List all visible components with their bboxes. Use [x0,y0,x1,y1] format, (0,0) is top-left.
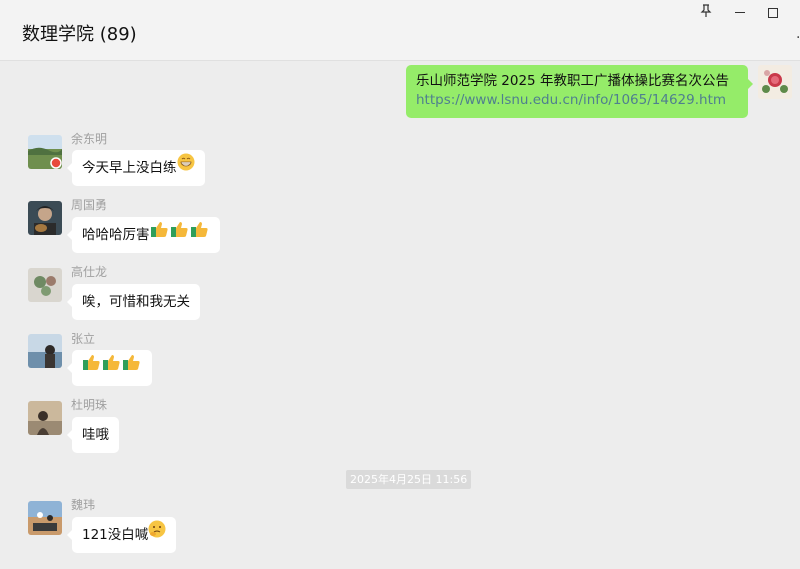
sender-name: 张立 [71,332,96,346]
message-bubble[interactable]: 哇哦 [67,417,119,453]
message-bubble[interactable] [67,349,152,386]
message-text: 121没白喊 [82,527,149,543]
my-message-link[interactable]: https://www.lsnu.edu.cn/info/1065/14629.… [416,91,738,110]
message-bubble[interactable]: 今天早上没白练 [67,149,205,186]
grinning-face-icon [177,149,195,185]
thinking-face-icon [148,516,166,552]
timestamp: 2025年4月25日 11:56 [346,470,472,489]
thumbs-up-icon [82,349,142,385]
message-bubble[interactable]: 121没白喊 [67,516,177,553]
avatar[interactable] [28,401,62,435]
sender-name: 杜明珠 [71,398,108,412]
avatar[interactable] [28,501,62,535]
sender-name: 余东明 [71,132,108,146]
avatar[interactable] [28,201,62,235]
message-bubble[interactable]: 哈哈哈厉害 [67,216,220,253]
sender-name: 魏玮 [71,498,96,512]
message-bubble[interactable]: 唉，可惜和我无关 [67,284,200,320]
pin-icon[interactable] [697,4,715,22]
my-message-text: 乐山师范学院 2025 年教职工广播体操比赛名次公告 [416,73,729,89]
chat-title: 数理学院 (89) [22,24,137,45]
sender-name: 周国勇 [71,198,108,212]
avatar[interactable] [28,334,62,368]
sender-name: 高仕龙 [71,265,108,279]
chat-header: 数理学院 (89) · [0,0,800,61]
avatar[interactable] [28,135,62,169]
message-text: 哇哦 [82,427,109,443]
avatar[interactable] [28,268,62,302]
my-avatar[interactable] [758,65,792,99]
more-icon[interactable]: · [796,30,800,46]
message-text: 今天早上没白练 [82,160,177,176]
maximize-icon[interactable] [764,4,782,22]
my-message-bubble[interactable]: 乐山师范学院 2025 年教职工广播体操比赛名次公告 https://www.l… [406,65,753,118]
minimize-icon[interactable] [731,4,749,22]
message-text: 哈哈哈厉害 [82,227,150,243]
message-text: 唉，可惜和我无关 [82,294,190,310]
thumbs-up-icon [150,216,210,252]
